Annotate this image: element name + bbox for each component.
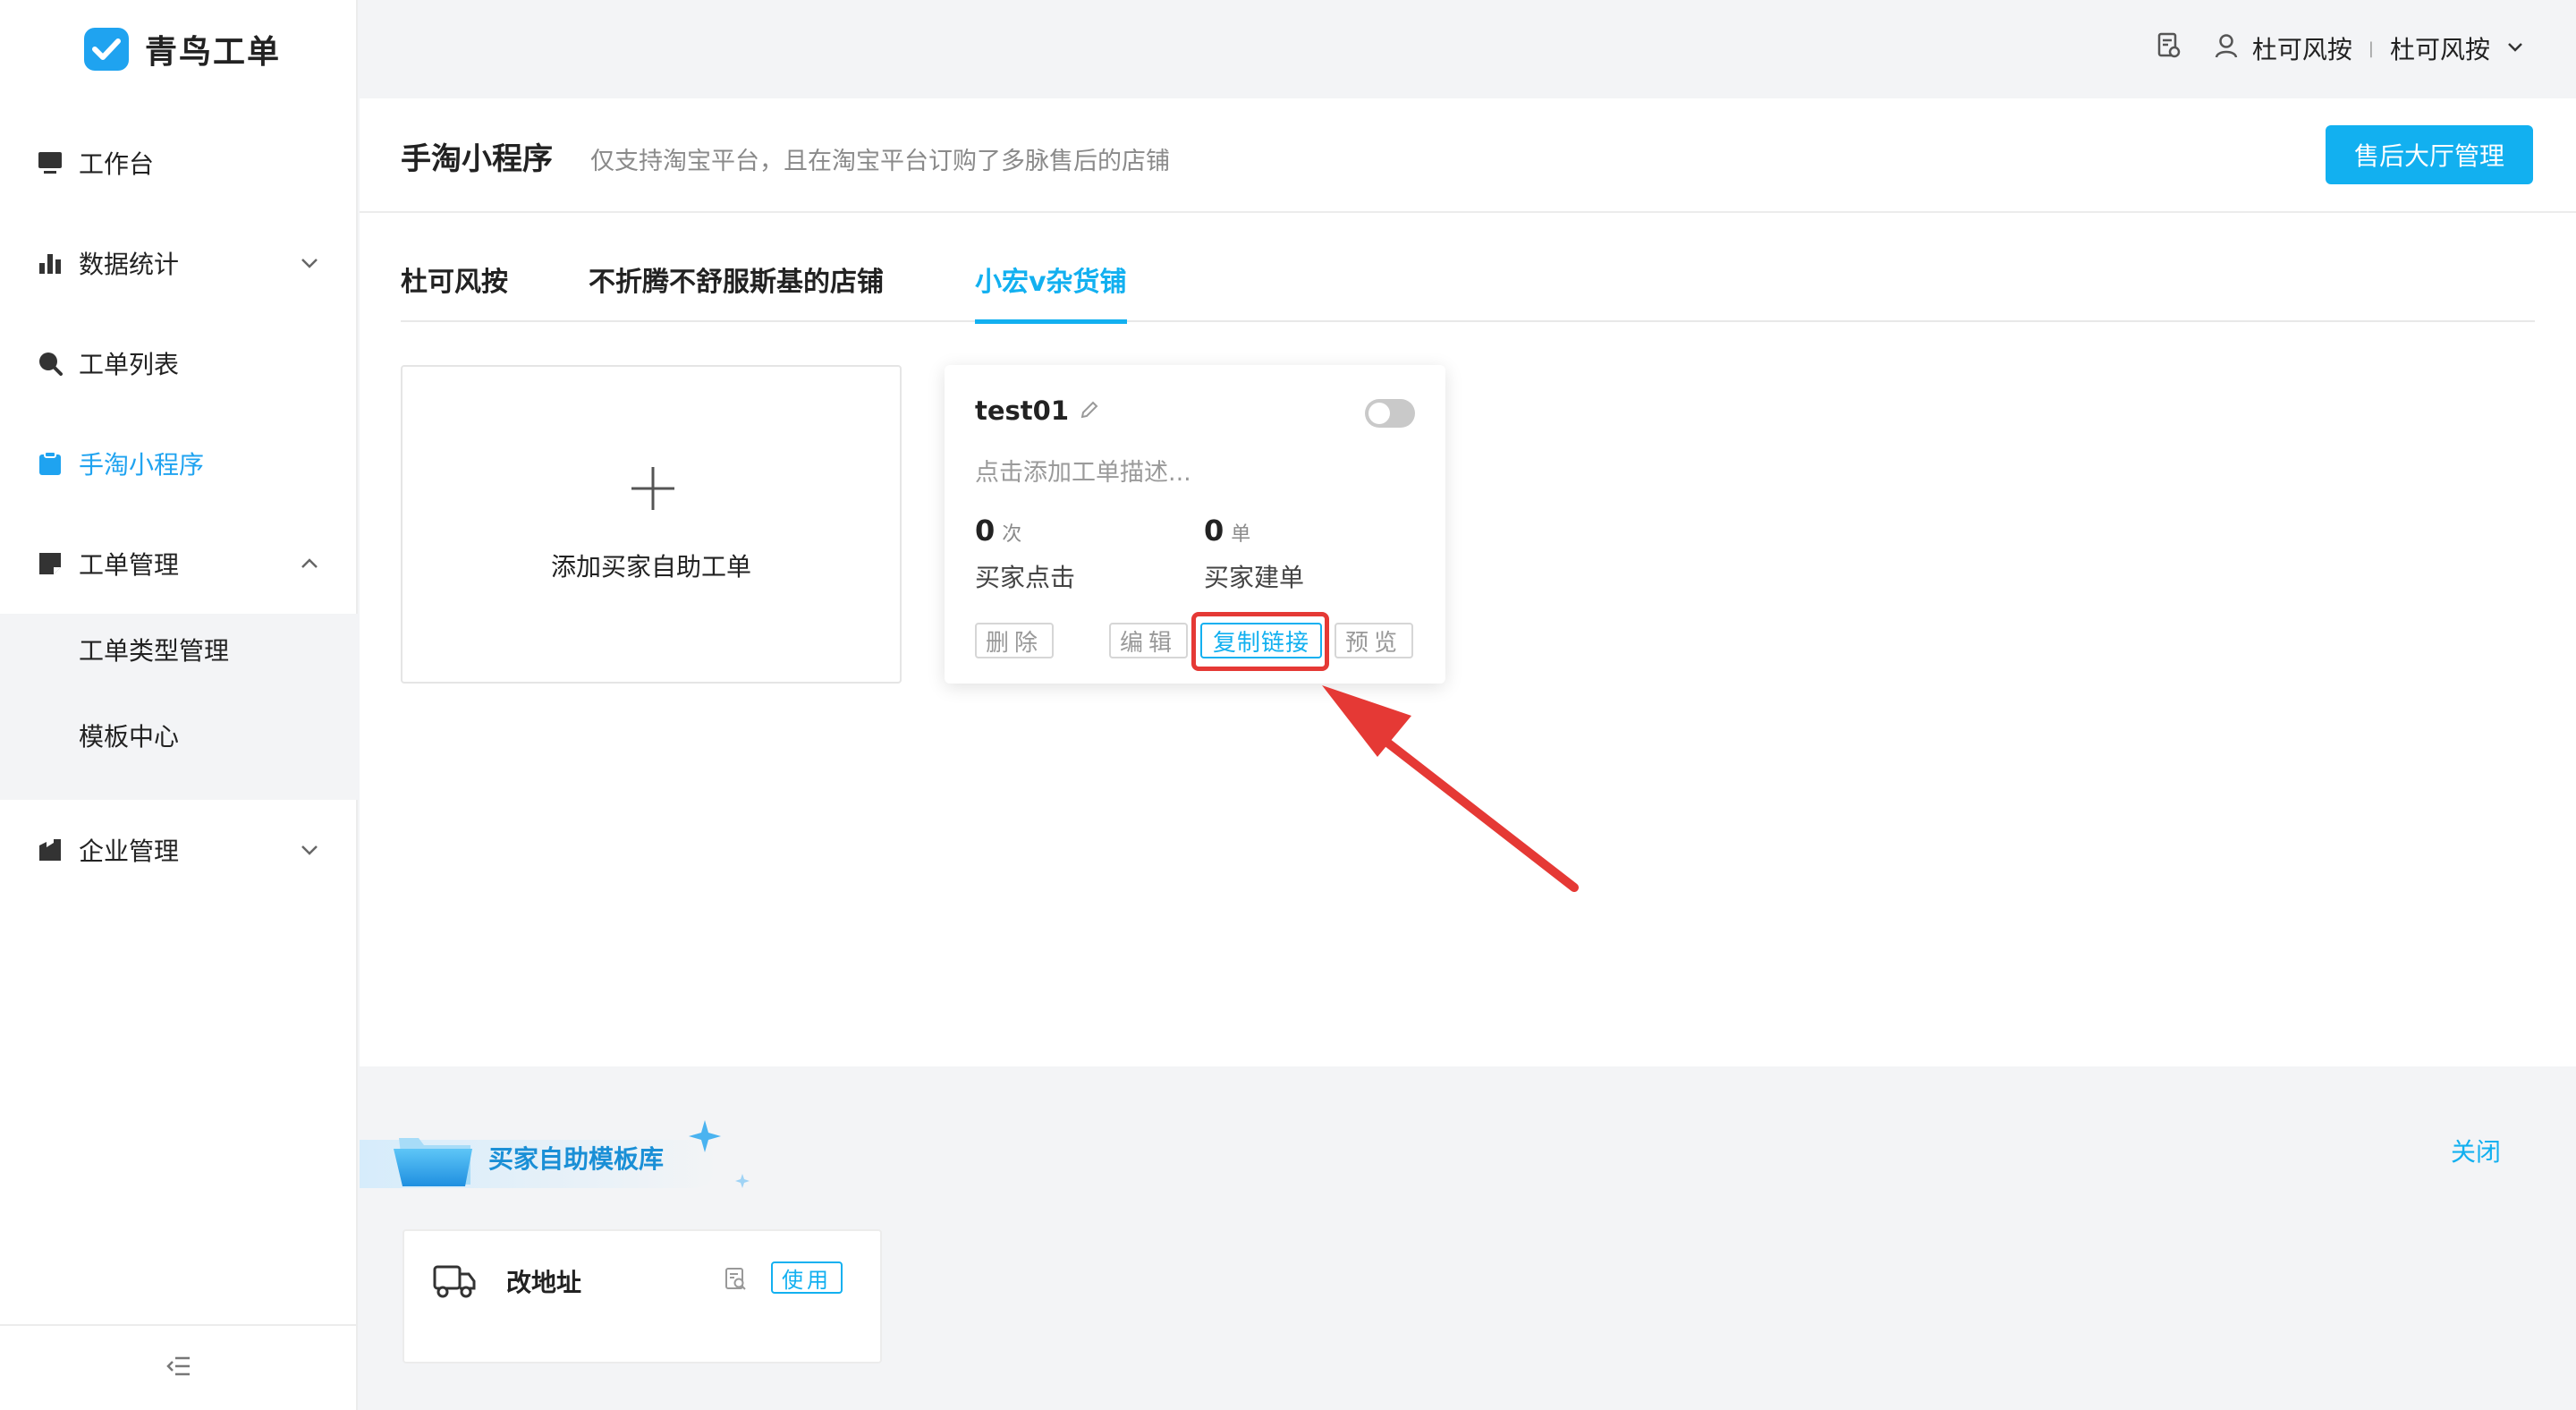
collapse-sidebar-button[interactable] [0, 1324, 358, 1410]
workorder-management-submenu: 工单类型管理 模板中心 [0, 614, 358, 800]
stat-label: 买家建单 [1204, 563, 1305, 592]
after-sales-hall-button[interactable]: 售后大厅管理 [2326, 125, 2533, 184]
annotation-highlight-box [1191, 612, 1329, 671]
collapse-menu-icon [166, 1355, 191, 1380]
clipboard-icon [38, 451, 63, 476]
delete-button[interactable]: 删除 [975, 623, 1054, 658]
sidebar-item-statistics[interactable]: 数据统计 [0, 227, 358, 299]
sidebar-item-workorder-type[interactable]: 工单类型管理 [0, 614, 358, 685]
sidebar-item-workbench[interactable]: 工作台 [0, 127, 358, 199]
app-logo[interactable]: 青鸟工单 [84, 27, 281, 72]
truck-icon [433, 1263, 476, 1303]
plus-icon [630, 465, 676, 512]
stat-label: 买家点击 [975, 563, 1076, 592]
preview-button[interactable]: 预览 [1335, 623, 1413, 658]
sidebar-item-label: 企业管理 [79, 837, 180, 866]
preview-doc-icon[interactable] [724, 1267, 748, 1295]
user-name: 杜可风按 [2251, 35, 2352, 64]
sidebar-item-label: 工单管理 [79, 550, 180, 580]
template-library: 买家自助模板库 关闭 改地址 使用 [360, 1091, 2576, 1410]
library-title: 买家自助模板库 [488, 1144, 665, 1174]
use-template-button[interactable]: 使用 [771, 1261, 843, 1294]
main-content: 手淘小程序 仅支持淘宝平台，且在淘宝平台订购了多脉售后的店铺 售后大厅管理 杜可… [360, 98, 2576, 1066]
search-icon [38, 351, 63, 376]
toggle-knob [1368, 403, 1390, 424]
building-icon [38, 837, 63, 862]
add-workorder-card[interactable]: 添加买家自助工单 [401, 365, 902, 684]
monitor-icon [38, 150, 63, 175]
sidebar-item-template-center[interactable]: 模板中心 [0, 700, 358, 771]
chevron-down-icon [2504, 34, 2526, 64]
sidebar-item-label: 模板中心 [79, 722, 180, 752]
workorder-enable-toggle[interactable] [1365, 399, 1415, 428]
document-icon [38, 551, 63, 576]
chevron-down-icon [299, 252, 320, 274]
active-tab-indicator [975, 319, 1127, 324]
template-card[interactable]: 改地址 使用 [402, 1229, 882, 1363]
tab-shop-1[interactable]: 杜可风按 [401, 259, 508, 322]
stat-buyer-clicks: 0次 买家点击 [975, 514, 1075, 592]
sidebar-item-label: 数据统计 [79, 250, 180, 279]
workorder-description[interactable]: 点击添加工单描述... [975, 453, 1191, 488]
bar-chart-icon [38, 251, 63, 276]
stat-unit: 次 [1002, 523, 1022, 546]
sidebar-item-enterprise[interactable]: 企业管理 [0, 814, 358, 886]
close-library-link[interactable]: 关闭 [2451, 1133, 2501, 1168]
sidebar-item-label: 工单列表 [79, 350, 180, 379]
add-workorder-label: 添加买家自助工单 [550, 552, 751, 582]
stat-unit: 单 [1231, 523, 1251, 546]
template-name: 改地址 [506, 1268, 582, 1297]
shop-tabs: 杜可风按 不折腾不舒服斯基的店铺 小宏v杂货铺 [401, 259, 2535, 324]
sidebar: 青鸟工单 工作台 数据统计 工单列表 手淘小程序 工单管理 工单类型管理 模板中… [0, 0, 358, 1410]
sidebar-item-mini-program[interactable]: 手淘小程序 [0, 428, 358, 499]
chevron-up-icon [299, 553, 320, 574]
page-description: 仅支持淘宝平台，且在淘宝平台订购了多脉售后的店铺 [590, 148, 1170, 175]
stat-value: 0 [1204, 514, 1224, 548]
sidebar-item-label: 工单类型管理 [79, 636, 230, 666]
tab-shop-3[interactable]: 小宏v杂货铺 [975, 259, 1127, 324]
sidebar-item-label: 手淘小程序 [79, 450, 205, 480]
edit-button[interactable]: 编辑 [1109, 623, 1188, 658]
sidebar-item-workorder-management[interactable]: 工单管理 [0, 528, 358, 599]
user-icon [2215, 33, 2238, 64]
user-menu[interactable]: 杜可风按 | 杜可风按 [2157, 30, 2526, 66]
stat-value: 0 [975, 514, 996, 548]
edit-pencil-icon[interactable] [1080, 395, 1099, 426]
tab-shop-2[interactable]: 不折腾不舒服斯基的店铺 [589, 259, 884, 322]
tab-label: 小宏v杂货铺 [975, 267, 1127, 298]
workorder-name: test01 [975, 395, 1070, 426]
notice-doc-icon[interactable] [2157, 32, 2181, 65]
workorder-title: test01 [975, 395, 1099, 426]
logo-check-icon [84, 28, 129, 71]
separator: | [2368, 38, 2374, 58]
user-org: 杜可风按 [2389, 35, 2490, 64]
chevron-down-icon [299, 839, 320, 861]
sidebar-item-label: 工作台 [79, 149, 155, 179]
page-title: 手淘小程序 [401, 141, 553, 177]
app-name: 青鸟工单 [145, 34, 282, 71]
sidebar-item-workorder-list[interactable]: 工单列表 [0, 327, 358, 399]
page-header: 手淘小程序 仅支持淘宝平台，且在淘宝平台订购了多脉售后的店铺 售后大厅管理 [360, 98, 2576, 213]
stat-buyer-orders: 0单 买家建单 [1204, 514, 1304, 592]
top-header: 杜可风按 | 杜可风按 [358, 0, 2576, 98]
